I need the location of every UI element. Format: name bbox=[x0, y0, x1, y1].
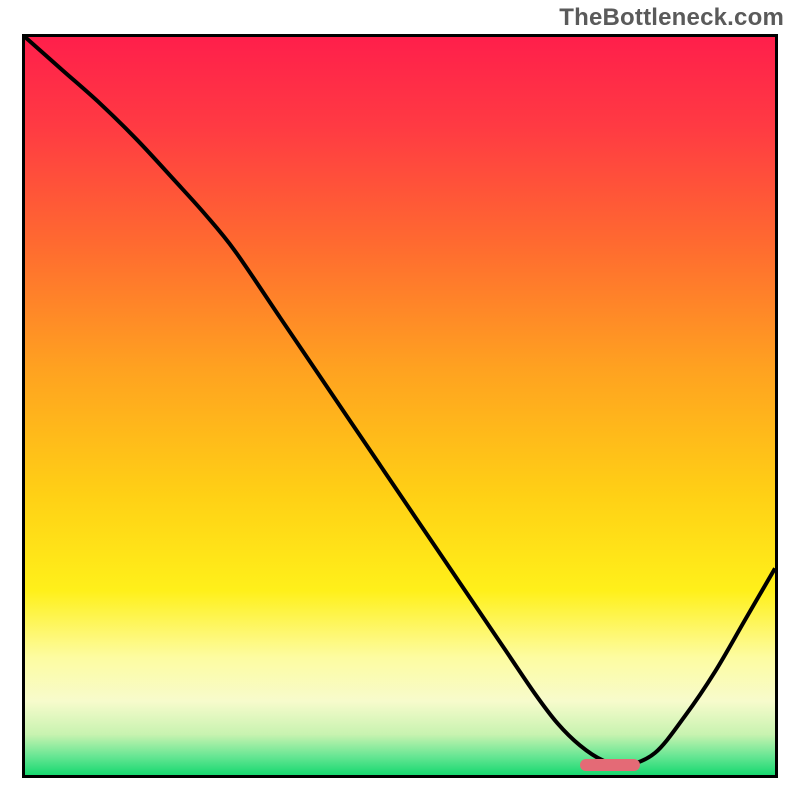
chart-wrapper: TheBottleneck.com bbox=[0, 0, 800, 800]
gradient-background bbox=[25, 37, 775, 775]
plot-area bbox=[22, 34, 778, 778]
watermark-text: TheBottleneck.com bbox=[559, 4, 784, 32]
plot-svg bbox=[25, 37, 775, 775]
optimal-range-marker bbox=[580, 759, 640, 771]
